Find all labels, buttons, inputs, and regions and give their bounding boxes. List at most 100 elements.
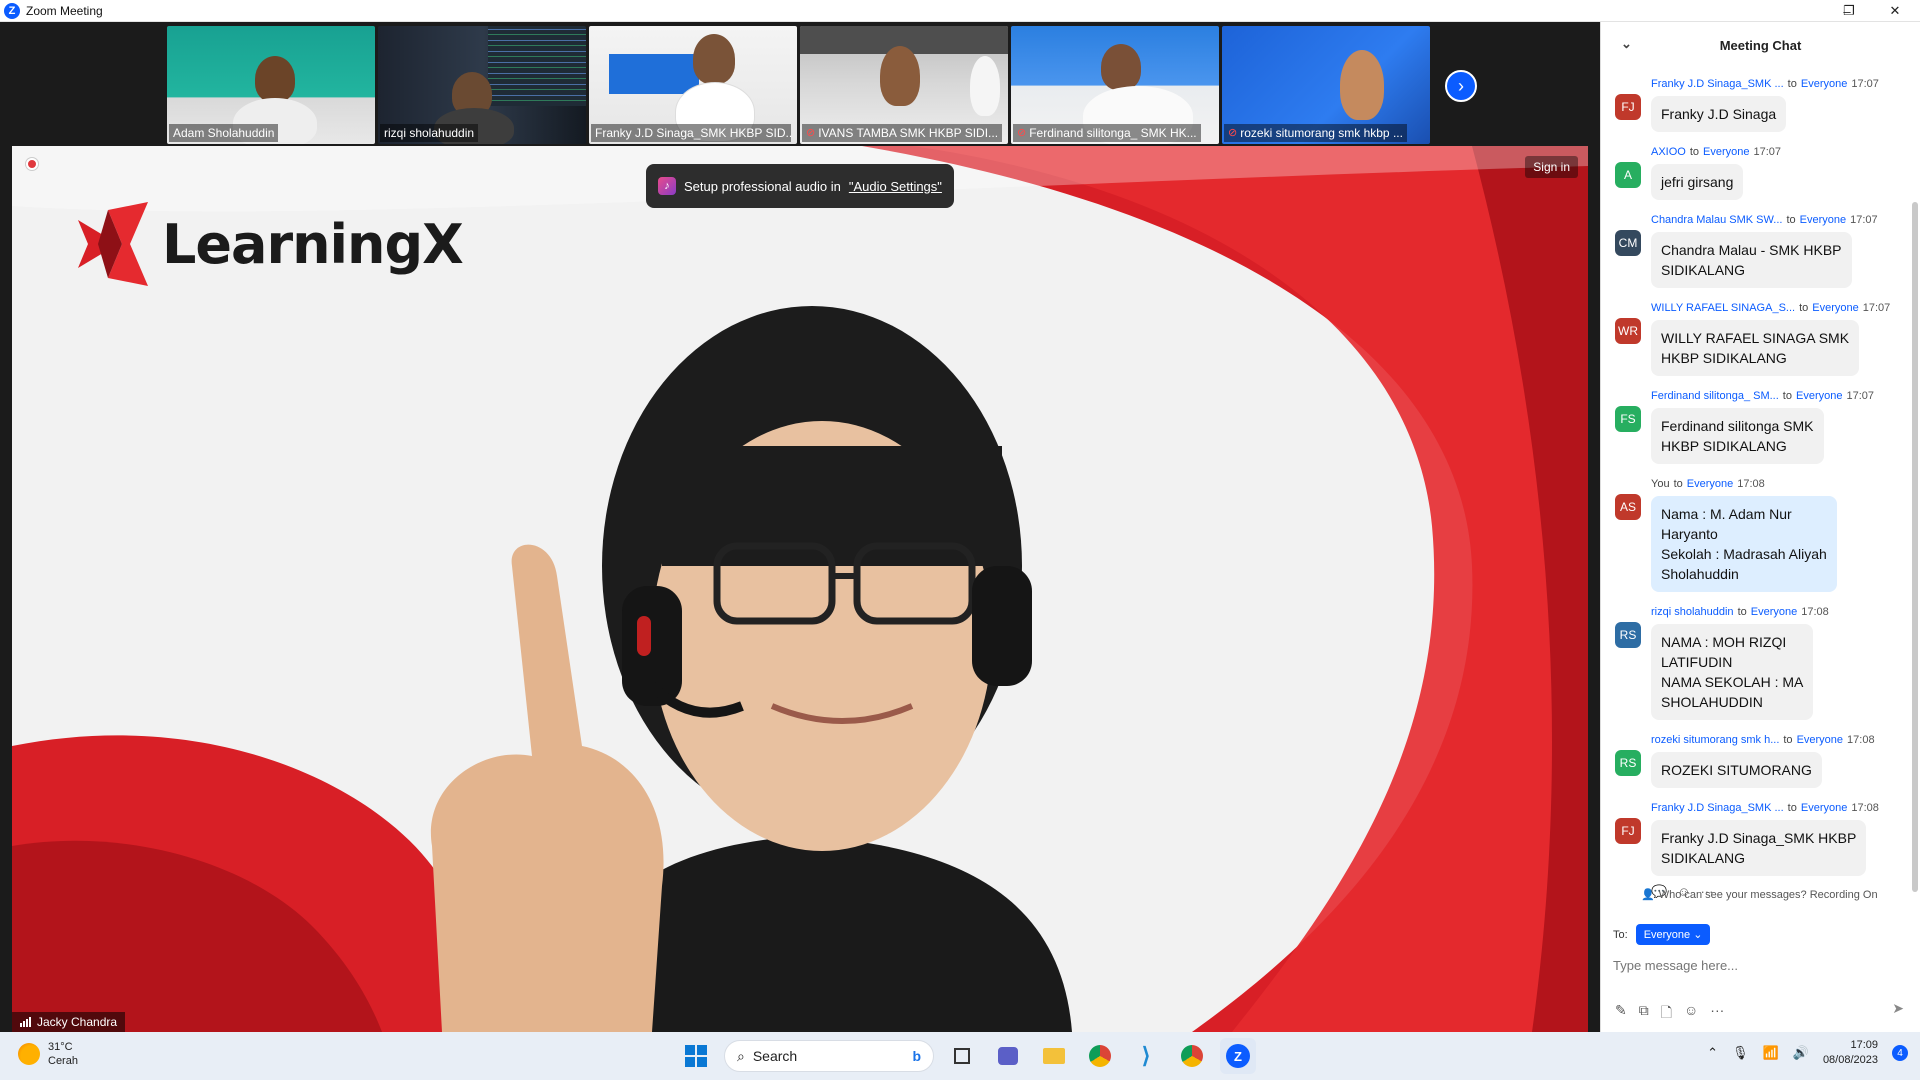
clock[interactable]: 17:09 08/08/2023: [1823, 1038, 1878, 1068]
chevron-up-icon[interactable]: ⌃: [1707, 1045, 1718, 1061]
taskbar-search[interactable]: ⌕ Search b: [724, 1040, 934, 1072]
person-lock-icon: 👤: [1641, 889, 1655, 901]
mic-muted-icon: ⊘: [1228, 127, 1238, 139]
speaker-name: Jacky Chandra: [37, 1015, 118, 1029]
microphone-icon[interactable]: 🎙: [1732, 1045, 1749, 1061]
weather-widget[interactable]: 31°C Cerah: [18, 1040, 78, 1068]
chat-message[interactable]: RS rizqi sholahuddin to Everyone 17:08 NAMA :…: [1601, 604, 1920, 720]
avatar: RS: [1615, 622, 1641, 648]
format-icon[interactable]: ✎: [1615, 1002, 1627, 1026]
windows-taskbar: 31°C Cerah ⌕ Search b ⟩ Z ⌃ 🎙 📶 🔊 17:09 …: [0, 1032, 1920, 1080]
participant-name: Franky J.D Sinaga_SMK HKBP SID...: [591, 124, 791, 142]
message-recipient: Everyone: [1703, 146, 1750, 158]
message-recipient: Everyone: [1799, 214, 1847, 226]
teams-chat-icon[interactable]: [990, 1038, 1026, 1074]
message-meta: You to Everyone 17:08: [1651, 476, 1905, 492]
chat-message[interactable]: A AXIOO to Everyone 17:07 jefri girsang: [1601, 144, 1920, 200]
restore-button[interactable]: ❐: [1826, 0, 1872, 22]
message-sender[interactable]: WILLY RAFAEL SINAGA_S...: [1651, 302, 1795, 314]
emoji-icon[interactable]: ☺: [1684, 1002, 1698, 1026]
chat-message[interactable]: WR WILLY RAFAEL SINAGA_S... to Everyone 17:0…: [1601, 300, 1920, 376]
meeting-chat-panel: ⌄ Meeting Chat FJ Franky J.D Sinaga_SMK .…: [1600, 22, 1920, 1032]
chat-message[interactable]: RS rozeki situmorang smk h... to Everyone 17…: [1601, 732, 1920, 788]
message-text: ROZEKI SITUMORANG: [1651, 752, 1822, 788]
message-sender[interactable]: Franky J.D Sinaga_SMK ...: [1651, 78, 1784, 90]
file-explorer-icon[interactable]: [1036, 1038, 1072, 1074]
message-recipient: Everyone: [1800, 78, 1848, 90]
message-sender[interactable]: rozeki situmorang smk h...: [1651, 734, 1779, 746]
audio-settings-link[interactable]: "Audio Settings": [849, 179, 942, 194]
chat-message-input[interactable]: [1613, 952, 1903, 978]
logo-text: LearningX: [162, 212, 464, 276]
more-options-icon[interactable]: ···: [1710, 1002, 1724, 1026]
recipient-row: To: Everyone ⌄: [1613, 924, 1711, 945]
speaker-name-tag: Jacky Chandra: [12, 1012, 126, 1032]
signal-strength-icon: [20, 1017, 31, 1027]
participant-tile[interactable]: rizqi sholahuddin: [378, 26, 586, 144]
chat-message[interactable]: CM Chandra Malau SMK SW... to Everyone 17:07…: [1601, 212, 1920, 288]
message-meta: WILLY RAFAEL SINAGA_S... to Everyone 17:07: [1651, 300, 1905, 316]
message-text: Franky J.D Sinaga: [1651, 96, 1787, 132]
collapse-chevron-icon[interactable]: ⌄: [1621, 36, 1632, 52]
mic-muted-icon: ⊘: [806, 127, 816, 139]
message-text: Nama : M. Adam Nur Haryanto Sekolah : Ma…: [1651, 496, 1837, 592]
message-sender[interactable]: Franky J.D Sinaga_SMK ...: [1651, 802, 1784, 814]
participant-tile[interactable]: ⊘ IVANS TAMBA SMK HKBP SIDI...: [800, 26, 1008, 144]
screenshot-icon[interactable]: ⧉: [1639, 1002, 1649, 1026]
message-sender[interactable]: AXIOO: [1651, 146, 1686, 158]
to-word: to: [1737, 606, 1747, 618]
message-sender[interactable]: You: [1651, 478, 1670, 490]
close-button[interactable]: ✕: [1872, 0, 1918, 22]
mic-muted-icon: ⊘: [1017, 127, 1027, 139]
chat-message[interactable]: FJ Franky J.D Sinaga_SMK ... to Everyone 17:…: [1601, 800, 1920, 876]
chat-message[interactable]: FS Ferdinand silitonga_ SM... to Everyone 17…: [1601, 388, 1920, 464]
chevron-right-icon: ›: [1458, 75, 1464, 96]
message-text: jefri girsang: [1651, 164, 1744, 200]
to-word: to: [1782, 390, 1792, 402]
participant-tile[interactable]: Adam Sholahuddin: [167, 26, 375, 144]
message-text: Chandra Malau - SMK HKBP SIDIKALANG: [1651, 232, 1852, 288]
wifi-icon[interactable]: 📶: [1763, 1045, 1779, 1061]
message-sender[interactable]: Chandra Malau SMK SW...: [1651, 214, 1782, 226]
message-recipient: Everyone: [1795, 390, 1843, 402]
participant-tile[interactable]: Franky J.D Sinaga_SMK HKBP SID...: [589, 26, 797, 144]
participant-name: rizqi sholahuddin: [380, 124, 479, 142]
message-sender[interactable]: Ferdinand silitonga_ SM...: [1651, 390, 1779, 402]
chat-message-list[interactable]: FJ Franky J.D Sinaga_SMK ... to Everyone 17:…: [1601, 68, 1920, 898]
message-sender[interactable]: rizqi sholahuddin: [1651, 606, 1734, 618]
windows-start-icon[interactable]: [678, 1038, 714, 1074]
avatar: FS: [1615, 406, 1641, 432]
chat-input-toolbar: ✎ ⧉ 🗋 ☺ ···: [1615, 1002, 1724, 1026]
avatar: AS: [1615, 494, 1641, 520]
to-word: to: [1673, 478, 1683, 490]
next-page-button[interactable]: ›: [1445, 70, 1477, 102]
task-view-icon[interactable]: [944, 1038, 980, 1074]
chat-message[interactable]: AS You to Everyone 17:08 Nama : M. Adam Nur H…: [1601, 476, 1920, 592]
send-icon[interactable]: ➤: [1892, 1000, 1904, 1017]
notification-badge[interactable]: 4: [1892, 1045, 1908, 1061]
recipient-dropdown[interactable]: Everyone ⌄: [1635, 924, 1711, 945]
title-bar: Z Zoom Meeting – ❐ ✕: [0, 0, 1920, 22]
recording-indicator-icon: [26, 158, 38, 170]
chat-title: Meeting Chat: [1719, 37, 1802, 53]
sign-in-button[interactable]: Sign in: [1525, 156, 1578, 178]
vscode-icon[interactable]: ⟩: [1128, 1038, 1164, 1074]
chrome-icon[interactable]: [1082, 1038, 1118, 1074]
message-visibility-notice[interactable]: 👤 Who can see your messages? Recording O…: [1601, 888, 1920, 902]
message-meta: Franky J.D Sinaga_SMK ... to Everyone 17:08: [1651, 800, 1905, 816]
file-icon[interactable]: 🗋: [1661, 1002, 1672, 1026]
active-speaker-video: Sign in ♪ Setup professional audio in "A…: [12, 146, 1588, 1032]
speaker-volume-icon[interactable]: 🔊: [1793, 1045, 1809, 1061]
avatar: FJ: [1615, 818, 1641, 844]
message-meta: Chandra Malau SMK SW... to Everyone 17:07: [1651, 212, 1905, 228]
participant-name: Adam Sholahuddin: [169, 124, 279, 142]
chat-scrollbar[interactable]: [1912, 202, 1918, 892]
participant-tile[interactable]: ⊘ Ferdinand silitonga_ SMK HK...: [1011, 26, 1219, 144]
avatar: FJ: [1615, 94, 1641, 120]
chrome-profile-icon[interactable]: [1174, 1038, 1210, 1074]
avatar: WR: [1615, 318, 1641, 344]
message-text: Franky J.D Sinaga_SMK HKBP SIDIKALANG: [1651, 820, 1867, 876]
chat-message[interactable]: FJ Franky J.D Sinaga_SMK ... to Everyone 17:…: [1601, 76, 1920, 132]
zoom-taskbar-icon[interactable]: Z: [1220, 1038, 1256, 1074]
participant-tile[interactable]: ⊘ rozeki situmorang smk hkbp ...: [1222, 26, 1430, 144]
